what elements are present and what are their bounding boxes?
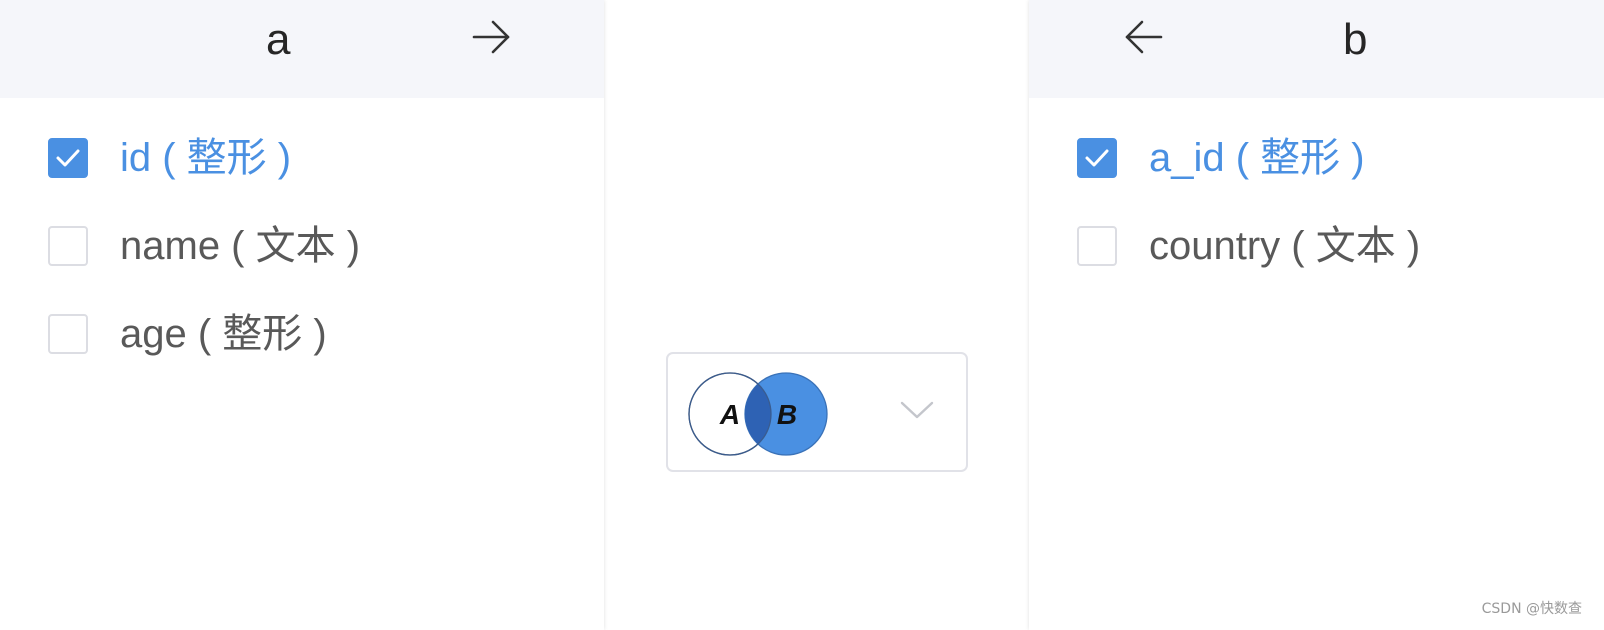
field-label: country ( 文本 ) bbox=[1149, 224, 1421, 268]
table-b-header: b bbox=[1029, 0, 1604, 98]
field-label: name ( 文本 ) bbox=[120, 224, 361, 268]
field-label: age ( 整形 ) bbox=[120, 312, 327, 356]
table-a-panel: a id ( 整形 ) name ( 文本 ) age (整形) bbox=[0, 0, 604, 630]
watermark: CSDN @快数查 bbox=[1481, 601, 1582, 617]
checkbox-checked[interactable] bbox=[48, 138, 88, 178]
venn-label-b: B bbox=[777, 399, 797, 430]
left-join-venn-icon: A B bbox=[688, 372, 828, 456]
join-type-select[interactable]: A B bbox=[666, 352, 968, 472]
check-icon bbox=[1085, 149, 1109, 167]
arrow-left-icon[interactable] bbox=[1123, 19, 1163, 55]
checkbox[interactable] bbox=[1077, 226, 1117, 266]
field-row-country[interactable]: country ( 文本 ) bbox=[1077, 223, 1420, 269]
field-label: a_id ( 整形 ) bbox=[1149, 136, 1365, 180]
field-row-name[interactable]: name ( 文本 ) bbox=[48, 223, 360, 269]
checkbox-checked[interactable] bbox=[1077, 138, 1117, 178]
venn-label-a: A bbox=[719, 399, 740, 430]
table-b-panel: b a_id ( 整形 ) country ( 文本 ) bbox=[1029, 0, 1604, 630]
checkbox[interactable] bbox=[48, 314, 88, 354]
field-label: id ( 整形 ) bbox=[120, 136, 292, 180]
checkbox[interactable] bbox=[48, 226, 88, 266]
field-row-age[interactable]: age ( 整形 ) bbox=[48, 311, 327, 357]
table-b-title: b bbox=[1343, 15, 1368, 64]
field-row-a-id[interactable]: a_id ( 整形 ) bbox=[1077, 135, 1365, 181]
check-icon bbox=[56, 149, 80, 167]
chevron-down-icon[interactable] bbox=[900, 400, 934, 420]
arrow-right-icon[interactable] bbox=[472, 19, 512, 55]
field-row-id[interactable]: id ( 整形 ) bbox=[48, 135, 291, 181]
table-a-header: a bbox=[0, 0, 604, 98]
table-a-title: a bbox=[266, 15, 291, 64]
